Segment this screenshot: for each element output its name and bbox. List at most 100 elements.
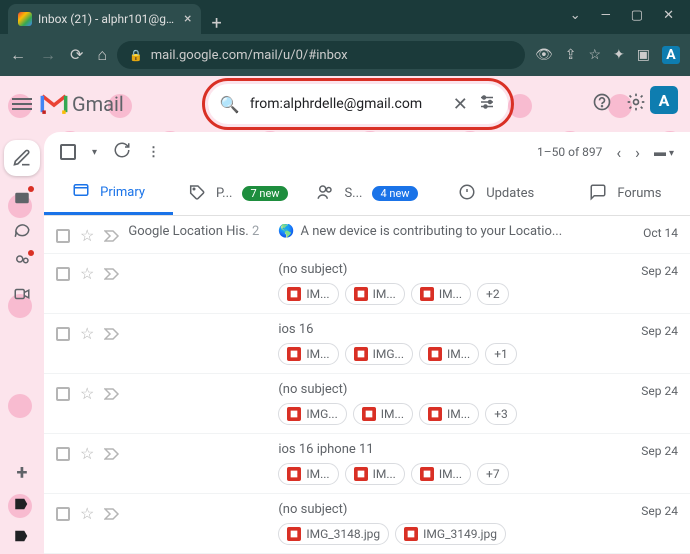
- clear-search-icon[interactable]: ✕: [453, 94, 468, 115]
- importance-icon[interactable]: [104, 268, 118, 280]
- subject-text: (no subject): [278, 382, 347, 397]
- row-checkbox[interactable]: [56, 327, 70, 341]
- star-icon[interactable]: ☆: [80, 264, 94, 283]
- mail-row[interactable]: ☆ ios 16 iphone 11 IM...IM...IM...+7 Sep…: [44, 434, 690, 494]
- attachment-chip[interactable]: IM...: [419, 343, 479, 365]
- tab-icon: [589, 183, 607, 205]
- row-checkbox[interactable]: [56, 229, 70, 243]
- attachment-chip[interactable]: IM...: [353, 403, 413, 425]
- alphr-sidebar-icon[interactable]: A: [650, 86, 678, 114]
- gmail-m-icon: [40, 93, 68, 115]
- close-tab-icon[interactable]: ×: [184, 11, 191, 27]
- more-attachments[interactable]: +7: [477, 463, 509, 485]
- meet-rail-icon[interactable]: [12, 284, 32, 304]
- attachments: IMG_3148.jpg IMG_3149.jpg: [278, 523, 622, 545]
- attachment-chip[interactable]: IM...: [278, 463, 338, 485]
- extensions-icon[interactable]: ✦: [613, 47, 625, 63]
- spaces-rail-icon[interactable]: [12, 252, 32, 272]
- date-text: Oct 14: [632, 224, 678, 240]
- home-icon[interactable]: ⌂: [97, 45, 107, 65]
- attachment-chip[interactable]: IM...: [411, 463, 471, 485]
- attachment-chip[interactable]: IM...: [345, 283, 405, 305]
- star-icon[interactable]: ☆: [80, 226, 94, 245]
- share-icon[interactable]: ⇪: [565, 47, 577, 63]
- minimize-icon[interactable]: —: [601, 8, 611, 23]
- maximize-icon[interactable]: ▢: [631, 8, 643, 23]
- mail-row[interactable]: ☆ Google Location His. 2 🌎 A new device …: [44, 216, 690, 254]
- refresh-icon[interactable]: [113, 141, 131, 163]
- image-icon: [287, 527, 301, 541]
- row-checkbox[interactable]: [56, 447, 70, 461]
- attachment-name: IM...: [373, 467, 396, 481]
- attachment-chip[interactable]: IMG...: [345, 343, 413, 365]
- mail-row[interactable]: ☆ (no subject) IM...IM...IM...+2 Sep 24: [44, 254, 690, 314]
- attachment-chip[interactable]: IMG_3149.jpg: [395, 523, 506, 545]
- gmail-logo-text: Gmail: [72, 92, 124, 116]
- star-icon[interactable]: ☆: [80, 444, 94, 463]
- category-tab-updates[interactable]: Updates: [432, 172, 561, 215]
- star-icon[interactable]: ☆: [80, 324, 94, 343]
- row-checkbox[interactable]: [56, 267, 70, 281]
- settings-icon[interactable]: [626, 92, 646, 116]
- importance-icon[interactable]: [104, 448, 118, 460]
- forward-icon[interactable]: →: [40, 45, 56, 65]
- more-attachments[interactable]: +2: [477, 283, 509, 305]
- attachment-chip[interactable]: IM...: [419, 403, 479, 425]
- attachment-name: IM...: [381, 407, 404, 421]
- row-checkbox[interactable]: [56, 507, 70, 521]
- subject-line: 🌎 A new device is contributing to your L…: [278, 224, 622, 239]
- search-options-icon[interactable]: [478, 93, 496, 115]
- prev-page-icon[interactable]: ‹: [616, 143, 621, 162]
- gmail-logo[interactable]: Gmail: [40, 92, 124, 116]
- label-rail-icon[interactable]: [12, 494, 32, 514]
- mail-row[interactable]: ☆ ios 16 IM...IMG...IM...+1 Sep 24: [44, 314, 690, 374]
- category-tab-s[interactable]: S...4 new: [302, 172, 431, 215]
- next-page-icon[interactable]: ›: [635, 143, 640, 162]
- eye-icon[interactable]: 👁: [535, 47, 553, 63]
- compose-button[interactable]: [4, 140, 40, 176]
- select-dropdown-icon[interactable]: ▾: [92, 147, 97, 158]
- browser-tab[interactable]: Inbox (21) - alphr101@gmail.com ×: [8, 4, 201, 34]
- attachment-chip[interactable]: IM...: [345, 463, 405, 485]
- row-checkbox[interactable]: [56, 387, 70, 401]
- attachment-chip[interactable]: IMG_3148.jpg: [278, 523, 389, 545]
- attachment-chip[interactable]: IMG...: [278, 403, 346, 425]
- more-attachments[interactable]: +1: [485, 343, 517, 365]
- label-rail-icon-2[interactable]: [12, 526, 32, 546]
- mail-row[interactable]: ☆ (no subject) IMG...IM...IM...+3 Sep 24: [44, 374, 690, 434]
- back-icon[interactable]: ←: [10, 45, 26, 65]
- add-rail-icon[interactable]: +: [12, 462, 32, 482]
- reload-icon[interactable]: ⟳: [70, 45, 83, 65]
- close-window-icon[interactable]: ✕: [663, 8, 674, 23]
- search-input[interactable]: [250, 96, 443, 112]
- mail-row[interactable]: ☆ (no subject) IMG_3148.jpgIMG_3149.jpg …: [44, 494, 690, 554]
- search-icon[interactable]: 🔍: [220, 95, 240, 114]
- category-tab-forums[interactable]: Forums: [561, 172, 690, 215]
- mail-rail-icon[interactable]: [12, 188, 32, 208]
- importance-icon[interactable]: [104, 508, 118, 520]
- attachment-chip[interactable]: IM...: [278, 343, 338, 365]
- attachment-chip[interactable]: IM...: [411, 283, 471, 305]
- restore-down-icon[interactable]: ⌄: [570, 8, 581, 23]
- incognito-icon[interactable]: ▣: [637, 47, 650, 63]
- main-menu-icon[interactable]: [12, 95, 32, 113]
- url-field[interactable]: 🔒 mail.google.com/mail/u/0/#inbox: [117, 41, 525, 69]
- support-icon[interactable]: [592, 92, 612, 116]
- category-tab-p[interactable]: P...7 new: [173, 172, 302, 215]
- more-icon[interactable]: ⋮: [147, 145, 160, 160]
- importance-icon[interactable]: [104, 230, 118, 242]
- more-attachments[interactable]: +3: [485, 403, 517, 425]
- star-icon[interactable]: ☆: [80, 384, 94, 403]
- density-icon[interactable]: ▬ ▾: [654, 145, 674, 159]
- new-tab-button[interactable]: +: [201, 13, 231, 34]
- star-icon[interactable]: ☆: [80, 504, 94, 523]
- bookmark-icon[interactable]: ☆: [588, 47, 601, 63]
- chat-rail-icon[interactable]: [12, 220, 32, 240]
- alphr-extension-icon[interactable]: A: [662, 46, 680, 64]
- attachments: IM... IM... IM... +2: [278, 283, 622, 305]
- select-all-checkbox[interactable]: [60, 144, 76, 160]
- importance-icon[interactable]: [104, 328, 118, 340]
- importance-icon[interactable]: [104, 388, 118, 400]
- category-tab-primary[interactable]: Primary: [44, 172, 173, 215]
- attachment-chip[interactable]: IM...: [278, 283, 338, 305]
